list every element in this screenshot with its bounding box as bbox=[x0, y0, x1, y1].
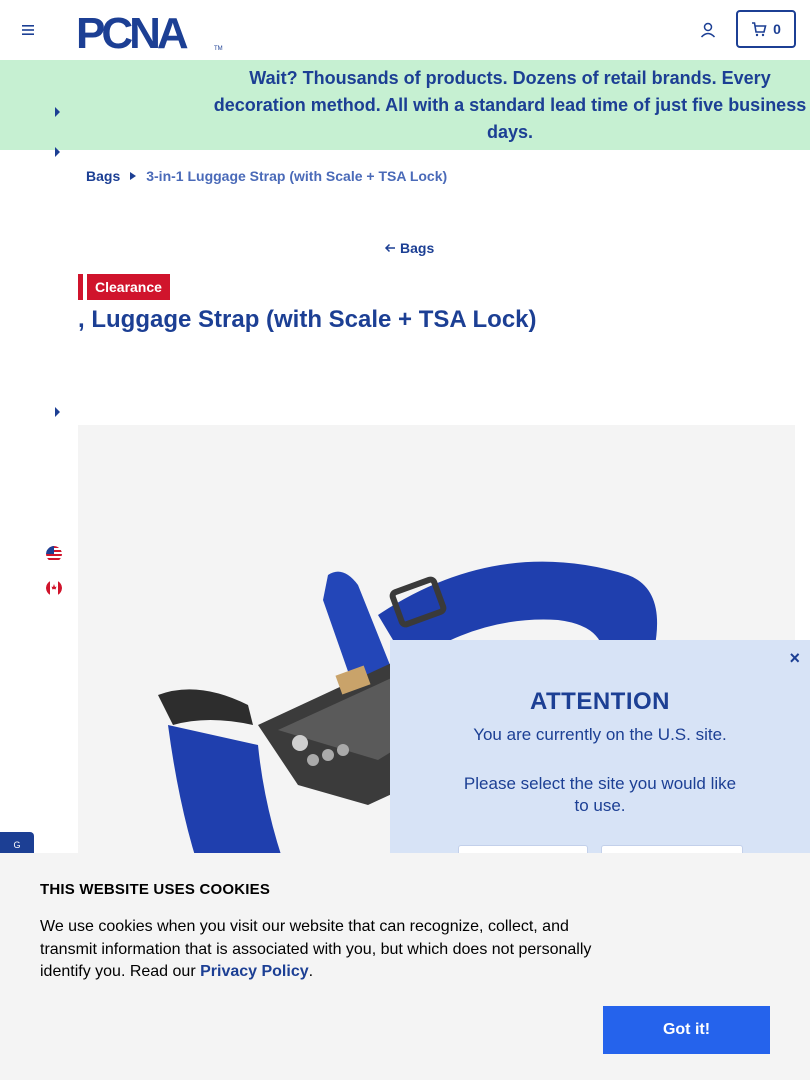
accept-cookies-button[interactable]: Got it! bbox=[603, 1006, 770, 1054]
svg-text:TM: TM bbox=[214, 46, 223, 52]
site-selection-modal: × ATTENTION You are currently on the U.S… bbox=[390, 640, 810, 877]
menu-button[interactable] bbox=[18, 20, 38, 40]
product-title: , Luggage Strap (with Scale + TSA Lock) bbox=[78, 306, 537, 333]
cookie-banner: THIS WEBSITE USES COOKIES We use cookies… bbox=[0, 853, 810, 1080]
feedback-tab-label: G bbox=[13, 840, 21, 850]
caret-right-icon[interactable] bbox=[52, 146, 62, 158]
modal-current-site-text: You are currently on the U.S. site. bbox=[473, 725, 727, 744]
clearance-badge: Clearance bbox=[87, 274, 170, 300]
cart-count: 0 bbox=[773, 21, 781, 37]
close-icon: × bbox=[789, 648, 800, 668]
pcna-logo[interactable]: PCNA TM bbox=[76, 9, 226, 58]
modal-title: ATTENTION bbox=[529, 688, 671, 715]
caret-right-icon[interactable] bbox=[52, 406, 62, 418]
cart-icon bbox=[752, 22, 767, 37]
site-header: PCNA TM 0 bbox=[0, 0, 810, 60]
modal-close-button[interactable]: × bbox=[789, 648, 800, 669]
arrow-left-icon bbox=[384, 243, 395, 253]
breadcrumb: Bags 3-in-1 Luggage Strap (with Scale + … bbox=[86, 168, 447, 184]
cookie-banner-title: THIS WEBSITE USES COOKIES bbox=[40, 881, 271, 898]
badge-fragment bbox=[78, 274, 83, 300]
cart-button[interactable]: 0 bbox=[736, 10, 796, 48]
account-button[interactable] bbox=[698, 20, 718, 40]
caret-right-icon[interactable] bbox=[52, 106, 62, 118]
promo-text: Wait? Thousands of products. Dozens of r… bbox=[213, 67, 807, 142]
back-to-bags-link[interactable]: Bags bbox=[384, 240, 434, 256]
breadcrumb-current: 3-in-1 Luggage Strap (with Scale + TSA L… bbox=[146, 168, 448, 184]
cookie-text-body: We use cookies when you visit our websit… bbox=[40, 918, 592, 980]
caret-right-icon bbox=[130, 172, 137, 180]
privacy-policy-link[interactable]: Privacy Policy bbox=[200, 963, 309, 980]
modal-select-site-text: Please select the site you would like to… bbox=[463, 774, 737, 815]
promo-banner: Wait? Thousands of products. Dozens of r… bbox=[0, 60, 810, 150]
back-link-label: Bags bbox=[400, 240, 435, 256]
logo-text: PCNA bbox=[76, 10, 188, 52]
user-icon bbox=[700, 22, 716, 38]
canada-flag-icon[interactable] bbox=[46, 580, 62, 596]
hamburger-icon bbox=[22, 25, 34, 35]
breadcrumb-link-bags[interactable]: Bags bbox=[86, 168, 120, 184]
us-flag-icon[interactable] bbox=[46, 546, 62, 562]
cookie-banner-text: We use cookies when you visit our websit… bbox=[40, 916, 610, 984]
cookie-text-end: . bbox=[308, 963, 314, 980]
